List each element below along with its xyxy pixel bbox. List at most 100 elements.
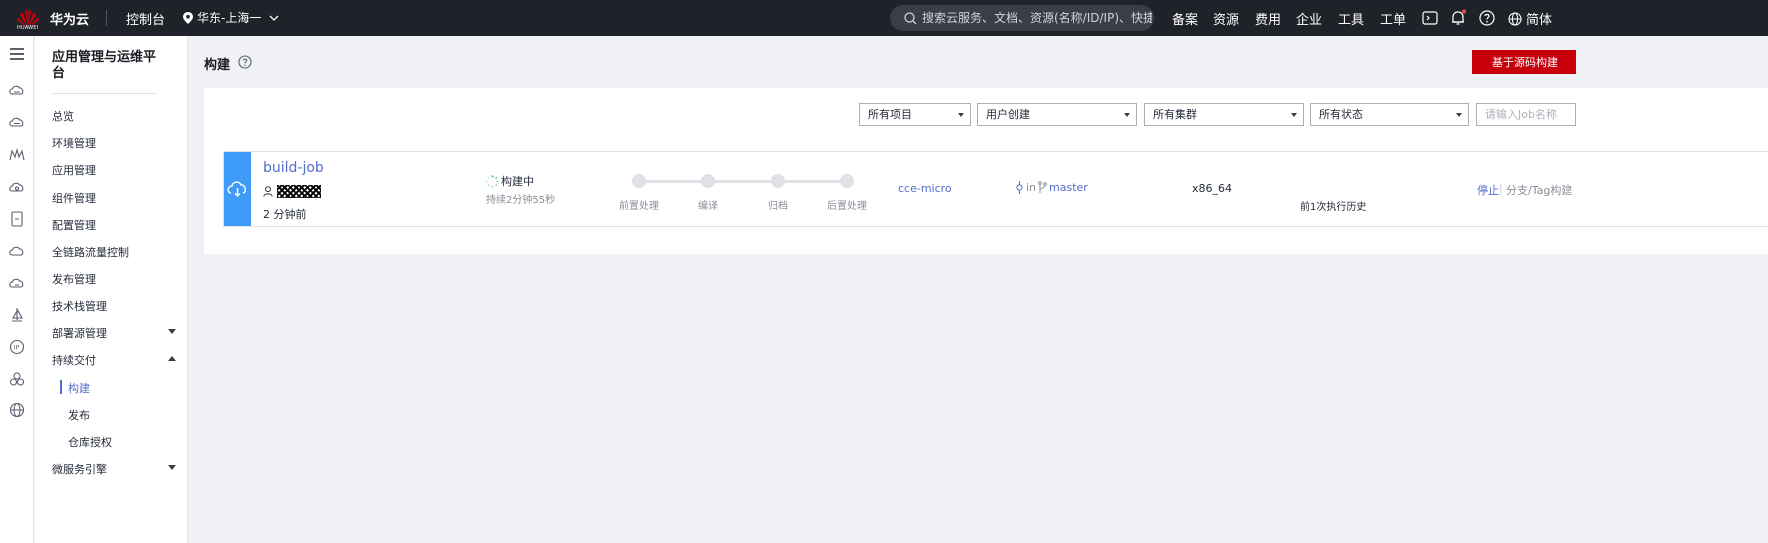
job-status: 构建中 [486, 173, 534, 189]
language-label: 简体 [1526, 13, 1553, 28]
question-circle-icon[interactable] [238, 55, 252, 69]
sidebar-item-traffic-control[interactable]: 全链路流量控制 [52, 244, 129, 260]
sidebar-item-repo-auth[interactable]: 仓库授权 [68, 434, 112, 450]
sidebar-item-build[interactable]: 构建 [68, 380, 90, 396]
job-branch[interactable]: in master [1015, 181, 1088, 194]
stage-dot [771, 174, 785, 188]
global-search[interactable] [890, 5, 1154, 31]
page-title: 构建 [204, 58, 231, 73]
header-divider [106, 10, 107, 26]
nav-tools[interactable]: 工具 [1338, 9, 1364, 28]
cluster-filter-select[interactable]: 所有集群 [1144, 103, 1304, 126]
nav-enterprise[interactable]: 企业 [1296, 9, 1322, 28]
menu-icon[interactable] [7, 44, 27, 64]
document-icon[interactable] [7, 209, 27, 229]
global-search-input[interactable] [922, 11, 1152, 25]
job-architecture: x86_64 [1192, 182, 1233, 195]
service-rail: IP [0, 36, 34, 543]
sidebar-item-config[interactable]: 配置管理 [52, 217, 96, 233]
nav-billing[interactable]: 费用 [1255, 9, 1281, 28]
logo-text: HUAWEI [17, 25, 39, 31]
sidebar-item-release[interactable]: 发布管理 [52, 271, 96, 287]
job-name-link[interactable]: build-job [263, 160, 324, 176]
chevron-down-icon[interactable] [168, 329, 176, 334]
branch-tag-build-button[interactable]: 分支/Tag构建 [1506, 182, 1572, 198]
region-selector[interactable]: 华东-上海一 [183, 9, 279, 26]
stage-track [639, 180, 847, 183]
cloud-deploy-icon[interactable] [7, 177, 27, 197]
monitor-icon[interactable] [7, 145, 27, 165]
nav-tickets[interactable]: 工单 [1380, 9, 1406, 28]
creator-filter-value: 用户创建 [986, 108, 1030, 121]
job-name-search-input[interactable] [1476, 103, 1576, 126]
job-time-ago: 2 分钟前 [263, 208, 307, 221]
job-row[interactable]: build-job 2 分钟前 构建中 持续2分钟55秒 前置处理 编译 归档 … [223, 151, 1768, 227]
stage-label-post: 后置处理 [827, 201, 867, 212]
brand-name[interactable]: 华为云 [50, 9, 89, 28]
branch-icon [1038, 181, 1047, 193]
cluster-filter-value: 所有集群 [1153, 108, 1197, 121]
cloud-storage-icon[interactable] [7, 112, 27, 132]
job-creator [263, 185, 321, 198]
sidebar-item-applications[interactable]: 应用管理 [52, 162, 96, 178]
sidebar-item-components[interactable]: 组件管理 [52, 190, 96, 206]
cloud-icon[interactable] [7, 241, 27, 261]
nav-resources[interactable]: 资源 [1213, 9, 1239, 28]
stage-dot [632, 174, 646, 188]
sidebar-title: 应用管理与运维平台 [52, 50, 157, 81]
sidebar-item-environments[interactable]: 环境管理 [52, 135, 96, 151]
sidebar-item-overview[interactable]: 总览 [52, 108, 74, 124]
sidebar-item-tech-stack[interactable]: 技术栈管理 [52, 298, 107, 314]
chevron-down-icon[interactable] [168, 465, 176, 470]
network-globe-icon[interactable] [7, 400, 27, 420]
execution-history-link[interactable]: 前1次执行历史 [1300, 198, 1366, 213]
status-filter-select[interactable]: 所有状态 [1310, 103, 1469, 126]
branch-in-label: in [1026, 181, 1037, 194]
globe-icon [1508, 11, 1522, 26]
project-filter-value: 所有项目 [868, 108, 912, 121]
cloud-server-icon[interactable] [7, 80, 27, 100]
project-filter-select[interactable]: 所有项目 [859, 103, 971, 126]
active-indicator [60, 380, 62, 394]
creator-filter-select[interactable]: 用户创建 [977, 103, 1137, 126]
sidebar-item-microservice-engine[interactable]: 微服务引擎 [52, 461, 107, 477]
stage-dot [701, 174, 715, 188]
sail-icon[interactable] [7, 305, 27, 325]
stage-dot [840, 174, 854, 188]
nav-filing[interactable]: 备案 [1172, 9, 1198, 28]
svg-text:IP: IP [14, 345, 20, 352]
cluster-icon[interactable] [7, 369, 27, 389]
sidebar: 应用管理与运维平台 总览 环境管理 应用管理 组件管理 配置管理 全链路流量控制… [35, 36, 188, 543]
location-pin-icon [183, 11, 193, 24]
sidebar-item-publish[interactable]: 发布 [68, 407, 90, 423]
console-link[interactable]: 控制台 [126, 9, 165, 28]
action-separator: | [1499, 182, 1503, 195]
top-bar: HUAWEI 华为云 控制台 华东-上海一 备案 资源 费用 企业 工具 工单 … [0, 0, 1768, 36]
terminal-icon[interactable] [1421, 9, 1439, 27]
stage-label-pre: 前置处理 [619, 201, 659, 212]
chevron-up-icon[interactable] [168, 356, 176, 361]
commit-icon [1016, 181, 1023, 194]
ip-icon[interactable]: IP [7, 337, 27, 357]
stop-button[interactable]: 停止 [1477, 182, 1499, 198]
status-filter-value: 所有状态 [1319, 108, 1363, 121]
cloud-sync-icon[interactable] [7, 273, 27, 293]
job-cluster-link[interactable]: cce-micro [898, 182, 952, 195]
region-label: 华东-上海一 [197, 11, 262, 25]
job-status-label: 构建中 [501, 175, 534, 188]
build-from-source-button[interactable]: 基于源码构建 [1472, 50, 1576, 74]
job-duration: 持续2分钟55秒 [486, 195, 556, 206]
job-type-badge [224, 152, 251, 226]
stage-label-archive: 归档 [768, 201, 788, 212]
loading-spinner-icon [486, 174, 499, 188]
sidebar-item-deploy-source[interactable]: 部署源管理 [52, 325, 107, 341]
search-icon [904, 11, 917, 24]
sidebar-divider [52, 93, 157, 94]
language-selector[interactable]: 简体 [1508, 9, 1552, 28]
help-icon[interactable] [1478, 9, 1496, 27]
bell-icon[interactable] [1449, 9, 1467, 27]
user-icon [263, 186, 273, 197]
redacted-username [277, 185, 321, 198]
sidebar-item-continuous-delivery[interactable]: 持续交付 [52, 352, 96, 368]
chevron-down-icon [269, 15, 279, 21]
